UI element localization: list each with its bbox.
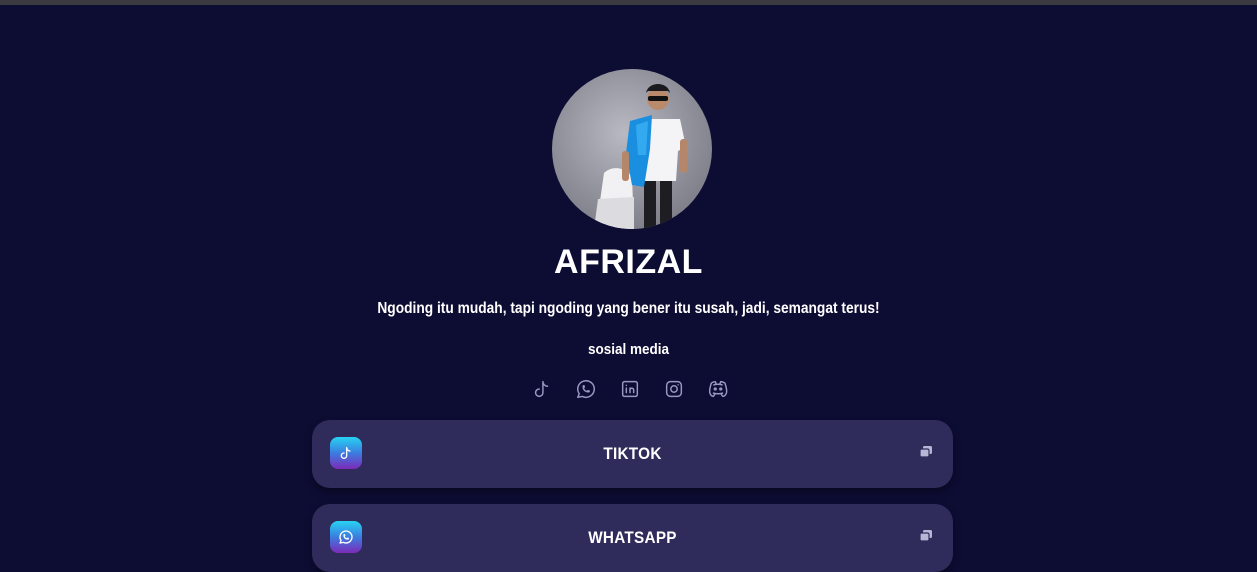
instagram-icon[interactable] [662, 377, 686, 401]
link-card-label: WHATSAPP [588, 528, 677, 547]
copy-icon[interactable] [919, 445, 933, 459]
social-icons-row [530, 377, 730, 403]
link-card-label: TIKTOK [603, 444, 662, 463]
link-page: AFRIZAL Ngoding itu mudah, tapi ngoding … [0, 5, 1257, 572]
profile-avatar [552, 69, 712, 229]
link-card-whatsapp[interactable]: WHATSAPP [312, 504, 953, 572]
profile-bio: Ngoding itu mudah, tapi ngoding yang ben… [377, 300, 880, 317]
copy-icon[interactable] [919, 529, 933, 543]
discord-icon[interactable] [706, 377, 730, 401]
avatar-photo [594, 84, 687, 229]
social-media-title: sosial media [587, 341, 670, 358]
profile-name: AFRIZAL [554, 243, 703, 281]
link-card-tiktok[interactable]: TIKTOK [312, 420, 953, 488]
whatsapp-icon[interactable] [574, 377, 598, 401]
tiktok-icon[interactable] [530, 377, 554, 401]
linkedin-icon[interactable] [618, 377, 642, 401]
